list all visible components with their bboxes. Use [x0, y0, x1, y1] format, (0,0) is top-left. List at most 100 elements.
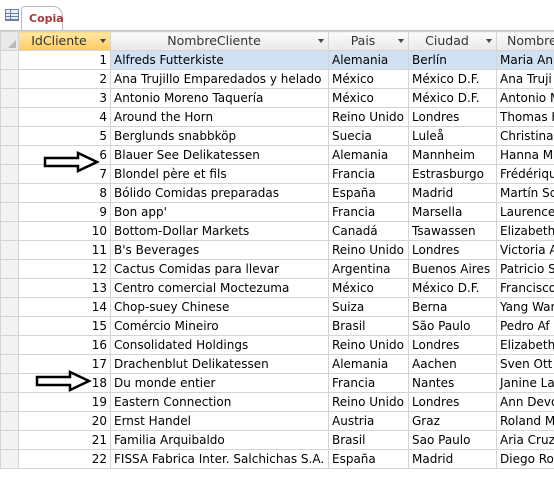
cell-nombrecliente[interactable]: Familia Arquibaldo: [110, 430, 329, 450]
cell-nombrecliente[interactable]: Bólido Comidas preparadas: [110, 183, 329, 203]
cell-idcliente[interactable]: 4: [18, 107, 111, 127]
table-row[interactable]: 15 Comércio Mineiro Brasil São Paulo Pedro A…: [0, 316, 554, 336]
cell-nombre[interactable]: Francisco: [496, 278, 554, 298]
cell-ciudad[interactable]: Madrid: [408, 183, 497, 203]
cell-nombre[interactable]: Thomas H: [496, 107, 554, 127]
cell-ciudad[interactable]: Berlín: [408, 50, 497, 70]
cell-idcliente[interactable]: 9: [18, 202, 111, 222]
cell-ciudad[interactable]: Graz: [408, 411, 497, 431]
cell-pais[interactable]: Francia: [328, 202, 409, 222]
cell-ciudad[interactable]: São Paulo: [408, 316, 497, 336]
cell-nombrecliente[interactable]: Blondel père et fils: [110, 164, 329, 184]
cell-nombre[interactable]: Laurence: [496, 202, 554, 222]
cell-pais[interactable]: España: [328, 183, 409, 203]
row-selector[interactable]: [0, 88, 19, 108]
row-selector[interactable]: [0, 107, 19, 127]
cell-idcliente[interactable]: 21: [18, 430, 111, 450]
cell-pais[interactable]: Brasil: [328, 430, 409, 450]
cell-ciudad[interactable]: Estrasburgo: [408, 164, 497, 184]
cell-nombrecliente[interactable]: Centro comercial Moctezuma: [110, 278, 329, 298]
cell-nombre[interactable]: Antonio M: [496, 88, 554, 108]
chevron-down-icon[interactable]: [398, 39, 404, 43]
cell-ciudad[interactable]: Londres: [408, 240, 497, 260]
cell-pais[interactable]: Reino Unido: [328, 335, 409, 355]
cell-ciudad[interactable]: Sao Paulo: [408, 430, 497, 450]
cell-idcliente[interactable]: 12: [18, 259, 111, 279]
cell-nombre[interactable]: Pedro Af: [496, 316, 554, 336]
cell-nombrecliente[interactable]: Ana Trujillo Emparedados y helado: [110, 69, 329, 89]
column-header-nombrecliente[interactable]: NombreCliente: [110, 31, 329, 51]
row-selector[interactable]: [0, 449, 19, 469]
table-row[interactable]: 1 Alfreds Futterkiste Alemania Berlín Maria …: [0, 50, 554, 70]
table-row[interactable]: 19 Eastern Connection Reino Unido Londres An…: [0, 392, 554, 412]
cell-nombre[interactable]: Sven Ott: [496, 354, 554, 374]
row-selector[interactable]: [0, 126, 19, 146]
cell-ciudad[interactable]: Luleå: [408, 126, 497, 146]
cell-nombre[interactable]: Victoria A: [496, 240, 554, 260]
cell-idcliente[interactable]: 1: [18, 50, 111, 70]
table-row[interactable]: 12 Cactus Comidas para llevar Argentina Bue…: [0, 259, 554, 279]
cell-ciudad[interactable]: Berna: [408, 297, 497, 317]
cell-ciudad[interactable]: Aachen: [408, 354, 497, 374]
row-selector[interactable]: [0, 278, 19, 298]
cell-nombre[interactable]: Roland M: [496, 411, 554, 431]
cell-pais[interactable]: Reino Unido: [328, 240, 409, 260]
cell-ciudad[interactable]: Londres: [408, 107, 497, 127]
cell-nombrecliente[interactable]: Ernst Handel: [110, 411, 329, 431]
cell-idcliente[interactable]: 11: [18, 240, 111, 260]
cell-idcliente[interactable]: 15: [18, 316, 111, 336]
cell-nombre[interactable]: Diego Ro: [496, 449, 554, 469]
cell-ciudad[interactable]: Londres: [408, 392, 497, 412]
table-row[interactable]: 21 Familia Arquibaldo Brasil Sao Paulo Aria …: [0, 430, 554, 450]
cell-nombre[interactable]: Ann Devo: [496, 392, 554, 412]
row-selector[interactable]: [0, 411, 19, 431]
cell-pais[interactable]: Alemania: [328, 50, 409, 70]
column-header-ciudad[interactable]: Ciudad: [408, 31, 497, 51]
table-row[interactable]: 5 Berglunds snabbköp Suecia Luleå Christina: [0, 126, 554, 146]
cell-nombrecliente[interactable]: Drachenblut Delikatessen: [110, 354, 329, 374]
cell-ciudad[interactable]: México D.F.: [408, 278, 497, 298]
row-selector[interactable]: [0, 202, 19, 222]
row-selector[interactable]: [0, 392, 19, 412]
cell-nombrecliente[interactable]: Comércio Mineiro: [110, 316, 329, 336]
chevron-down-icon[interactable]: [318, 39, 324, 43]
cell-ciudad[interactable]: Buenos Aires: [408, 259, 497, 279]
cell-idcliente[interactable]: 14: [18, 297, 111, 317]
table-row[interactable]: 14 Chop-suey Chinese Suiza Berna Yang War: [0, 297, 554, 317]
cell-idcliente[interactable]: 10: [18, 221, 111, 241]
cell-pais[interactable]: Reino Unido: [328, 392, 409, 412]
cell-nombrecliente[interactable]: Alfreds Futterkiste: [110, 50, 329, 70]
cell-nombre[interactable]: Aria Cruz: [496, 430, 554, 450]
cell-nombrecliente[interactable]: Bon app': [110, 202, 329, 222]
table-row[interactable]: 9 Bon app' Francia Marsella Laurence: [0, 202, 554, 222]
cell-pais[interactable]: Reino Unido: [328, 107, 409, 127]
chevron-down-icon[interactable]: [486, 39, 492, 43]
cell-nombrecliente[interactable]: Du monde entier: [110, 373, 329, 393]
select-all-corner[interactable]: [0, 31, 19, 51]
cell-idcliente[interactable]: 20: [18, 411, 111, 431]
row-selector[interactable]: [0, 259, 19, 279]
cell-pais[interactable]: México: [328, 69, 409, 89]
chevron-down-icon[interactable]: [100, 39, 106, 43]
cell-nombre[interactable]: Patricio S: [496, 259, 554, 279]
cell-ciudad[interactable]: Mannheim: [408, 145, 497, 165]
cell-nombre[interactable]: Ana Truji: [496, 69, 554, 89]
cell-idcliente[interactable]: 2: [18, 69, 111, 89]
cell-nombre[interactable]: Janine La: [496, 373, 554, 393]
cell-pais[interactable]: Alemania: [328, 145, 409, 165]
row-selector[interactable]: [0, 50, 19, 70]
cell-nombre[interactable]: Elizabeth: [496, 335, 554, 355]
table-row[interactable]: 11 B's Beverages Reino Unido Londres Victori…: [0, 240, 554, 260]
column-header-pais[interactable]: Pais: [328, 31, 409, 51]
row-selector[interactable]: [0, 69, 19, 89]
table-row[interactable]: 10 Bottom-Dollar Markets Canadá Tsawassen El…: [0, 221, 554, 241]
cell-nombrecliente[interactable]: Eastern Connection: [110, 392, 329, 412]
cell-ciudad[interactable]: Madrid: [408, 449, 497, 469]
cell-nombre[interactable]: Martín Sc: [496, 183, 554, 203]
cell-idcliente[interactable]: 22: [18, 449, 111, 469]
cell-ciudad[interactable]: Londres: [408, 335, 497, 355]
cell-idcliente[interactable]: 5: [18, 126, 111, 146]
cell-nombre[interactable]: Christina: [496, 126, 554, 146]
cell-nombrecliente[interactable]: Berglunds snabbköp: [110, 126, 329, 146]
row-selector[interactable]: [0, 221, 19, 241]
